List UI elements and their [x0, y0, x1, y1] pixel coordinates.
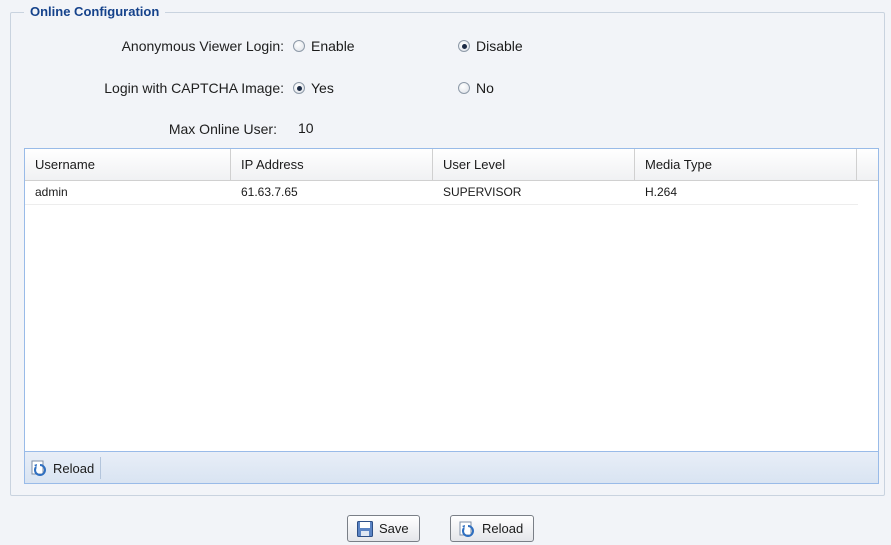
- radio-label: Disable: [476, 38, 523, 54]
- radio-unchecked-icon: [293, 40, 305, 52]
- reload-icon: [459, 521, 474, 537]
- grid-reload-button[interactable]: Reload: [31, 457, 102, 479]
- column-header-ip-address[interactable]: IP Address: [231, 149, 433, 180]
- captcha-login-label: Login with CAPTCHA Image:: [104, 80, 284, 96]
- column-header-media-type[interactable]: Media Type: [635, 149, 857, 180]
- save-icon: [357, 520, 373, 537]
- cell-username: admin: [35, 185, 68, 199]
- cell-user-level: SUPERVISOR: [443, 185, 522, 199]
- table-row[interactable]: admin 61.63.7.65 SUPERVISOR H.264: [25, 181, 858, 205]
- save-button-label: Save: [379, 521, 409, 536]
- fieldset-legend: Online Configuration: [24, 4, 166, 20]
- grid-toolbar: Reload: [25, 451, 878, 483]
- radio-label: Yes: [311, 80, 334, 96]
- captcha-login-no-radio[interactable]: No: [458, 80, 494, 96]
- cell-media-type: H.264: [645, 185, 678, 199]
- column-header-username[interactable]: Username: [25, 149, 231, 180]
- radio-label: No: [476, 80, 494, 96]
- radio-checked-icon: [458, 40, 470, 52]
- max-online-user-value: 10: [298, 120, 314, 136]
- reload-icon: [31, 460, 46, 476]
- grid-header: Username IP Address User Level Media Typ…: [25, 149, 878, 181]
- cell-ip-address: 61.63.7.65: [241, 185, 298, 199]
- save-button[interactable]: Save: [347, 515, 420, 542]
- anonymous-login-enable-radio[interactable]: Enable: [293, 38, 355, 54]
- anonymous-login-disable-radio[interactable]: Disable: [458, 38, 523, 54]
- captcha-login-yes-radio[interactable]: Yes: [293, 80, 334, 96]
- reload-button[interactable]: Reload: [450, 515, 535, 542]
- grid-reload-label: Reload: [53, 460, 95, 476]
- max-online-user-label: Max Online User:: [168, 121, 277, 137]
- radio-unchecked-icon: [458, 82, 470, 94]
- radio-label: Enable: [311, 38, 355, 54]
- radio-checked-icon: [293, 82, 305, 94]
- column-header-user-level[interactable]: User Level: [433, 149, 635, 180]
- online-users-grid: Username IP Address User Level Media Typ…: [24, 148, 879, 484]
- reload-button-label: Reload: [482, 521, 524, 536]
- anonymous-login-label: Anonymous Viewer Login:: [121, 38, 284, 54]
- online-configuration-page: Online Configuration Anonymous Viewer Lo…: [0, 0, 891, 545]
